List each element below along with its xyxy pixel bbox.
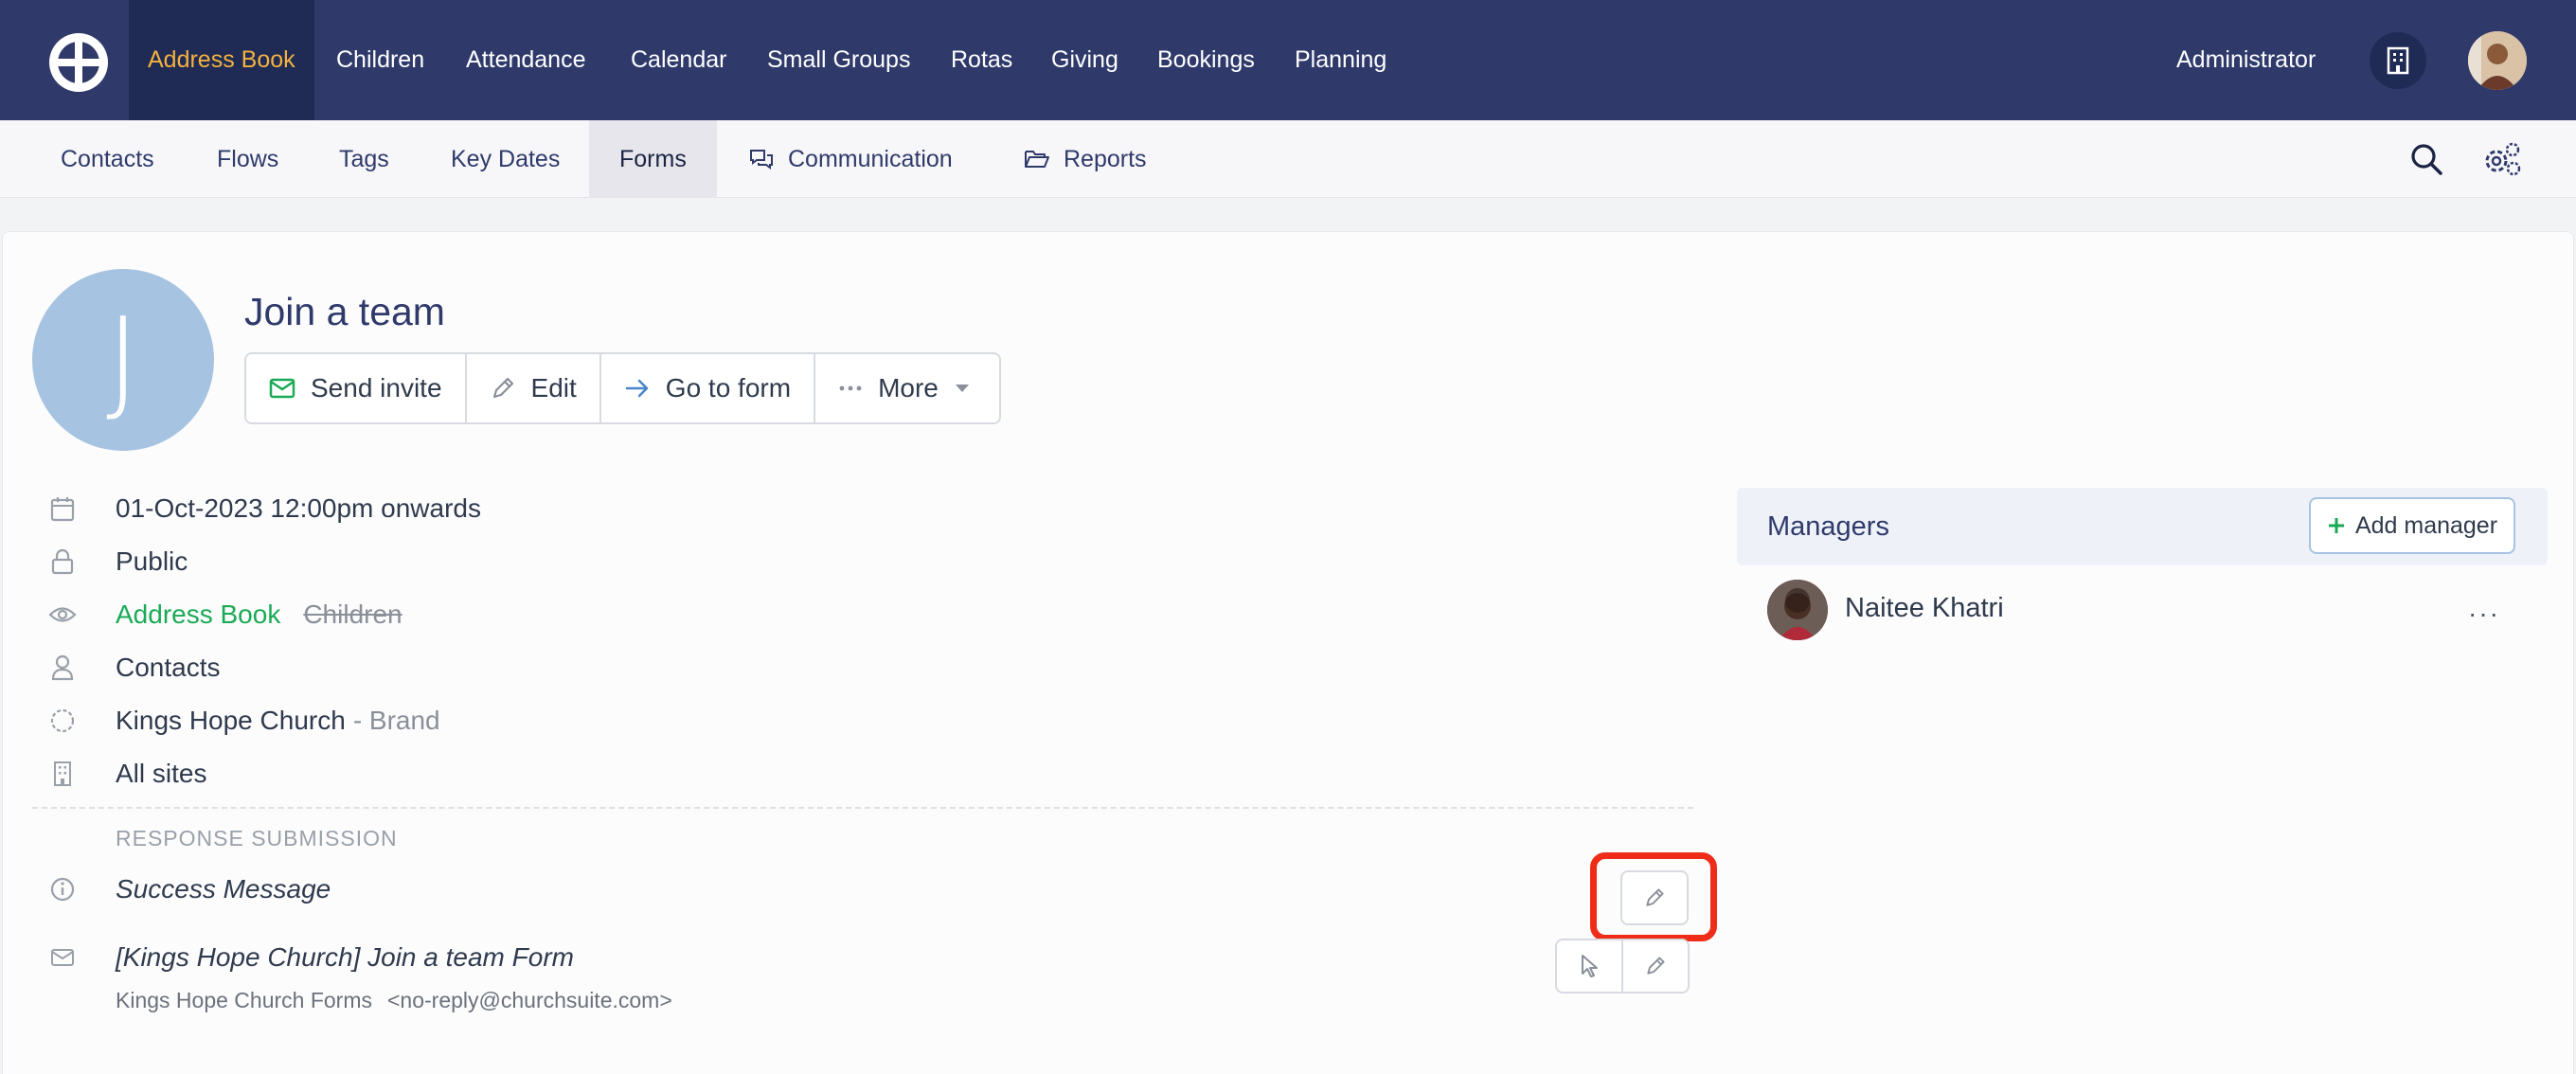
envelope-icon [269,378,295,399]
folder-open-icon [1025,151,1049,168]
nav-giving[interactable]: Giving [1051,0,1118,120]
preview-email-button[interactable] [1555,939,1623,993]
chat-icon [750,150,773,170]
edit-button[interactable]: Edit [466,354,601,422]
pencil-icon [1647,957,1665,975]
module-address-book: Address Book [116,600,281,629]
manager-name[interactable]: Naitee Khatri [1845,593,2004,624]
module-children: Children [303,600,402,629]
nav-rotas[interactable]: Rotas [951,0,1012,120]
building-small-icon [47,759,78,789]
nav-planning[interactable]: Planning [1295,0,1386,120]
manager-options-button[interactable]: ··· [2468,599,2500,629]
edit-label: Edit [530,373,577,403]
person-icon [47,653,78,683]
email-subject: [Kings Hope Church] Join a team Form [116,942,574,972]
detail-visibility: Public [116,546,188,576]
managers-title: Managers [1767,511,1889,542]
tab-key-dates[interactable]: Key Dates [451,120,560,198]
success-message-row: Success Message [47,868,331,910]
info-circle-icon [47,874,78,904]
tab-communication[interactable]: Communication [748,120,953,198]
pencil-icon [492,377,513,399]
calendar-icon [47,493,78,524]
detail-date-row: 01-Oct-2023 12:00pm onwards [47,488,481,529]
edit-email-button[interactable] [1621,939,1690,993]
cursor-pointer-icon [1582,955,1598,977]
detail-type-row: Contacts [47,647,221,689]
detail-modules-row: Address Book Children [47,594,402,635]
detail-date: 01-Oct-2023 12:00pm onwards [116,493,481,523]
manager-avatar [1767,580,1828,640]
detail-brand-name: Kings Hope Church [116,706,346,735]
nav-children[interactable]: Children [336,0,424,120]
detail-brand-row: Kings Hope Church - Brand [47,700,440,742]
form-actions-toolbar: Send invite Edit Go to form More [244,352,1001,424]
settings-gear-icon[interactable] [2481,140,2523,178]
add-manager-button[interactable]: Add manager [2309,497,2515,554]
detail-brand-suffix: - Brand [352,706,440,735]
nav-address-book[interactable]: Address Book [129,0,314,120]
sites-button[interactable] [2370,32,2426,89]
plus-icon [2328,518,2344,533]
add-manager-label: Add manager [2354,511,2498,539]
go-to-form-label: Go to form [665,373,792,403]
user-avatar[interactable] [2468,31,2527,90]
admin-menu[interactable]: Administrator [2176,0,2316,120]
email-sender-row: Kings Hope Church Forms <no-reply@church… [116,979,672,1021]
tab-communication-label: Communication [788,146,953,172]
detail-sites-row: All sites [47,753,206,795]
arrow-right-icon [625,379,649,398]
tab-contacts[interactable]: Contacts [61,120,154,198]
nav-attendance[interactable]: Attendance [466,0,586,120]
highlight-annotation [1590,852,1717,941]
more-label: More [878,373,939,403]
tab-forms[interactable]: Forms [589,120,717,198]
page-title: Join a team [244,290,445,333]
envelope-outline-icon [47,942,78,973]
tab-tags[interactable]: Tags [339,120,389,198]
section-divider [32,807,1693,809]
more-dropdown-button[interactable]: More [815,354,999,422]
detail-type: Contacts [116,653,221,682]
nav-small-groups[interactable]: Small Groups [767,0,910,120]
top-navigation: Address Book Children Attendance Calenda… [0,0,2576,120]
search-icon[interactable] [2409,142,2443,176]
building-icon [2387,46,2409,75]
email-from-name: Kings Hope Church Forms [116,987,372,1012]
brand-badge-icon [47,706,78,736]
send-invite-button[interactable]: Send invite [246,354,467,422]
nav-bookings[interactable]: Bookings [1157,0,1255,120]
lock-icon [47,546,78,577]
tab-flows[interactable]: Flows [217,120,278,198]
churchsuite-logo[interactable] [47,31,110,94]
email-subject-row: [Kings Hope Church] Join a team Form [47,937,574,978]
send-invite-label: Send invite [311,373,442,403]
tab-reports[interactable]: Reports [1024,120,1147,198]
eye-icon [47,600,78,630]
sub-navigation: Contacts Flows Tags Key Dates Forms Comm… [0,120,2576,198]
nav-calendar[interactable]: Calendar [631,0,726,120]
tab-reports-label: Reports [1064,146,1147,172]
detail-sites: All sites [116,759,207,788]
detail-visibility-row: Public [47,541,188,582]
go-to-form-button[interactable]: Go to form [600,354,816,422]
managers-header: Managers Add manager [1737,488,2548,565]
success-message-label: Success Message [116,874,331,904]
ellipsis-icon [839,385,862,391]
form-avatar: J [32,269,214,451]
email-from-address: <no-reply@churchsuite.com> [387,987,672,1012]
caret-down-icon [955,385,969,392]
response-submission-heading: RESPONSE SUBMISSION [116,826,398,850]
